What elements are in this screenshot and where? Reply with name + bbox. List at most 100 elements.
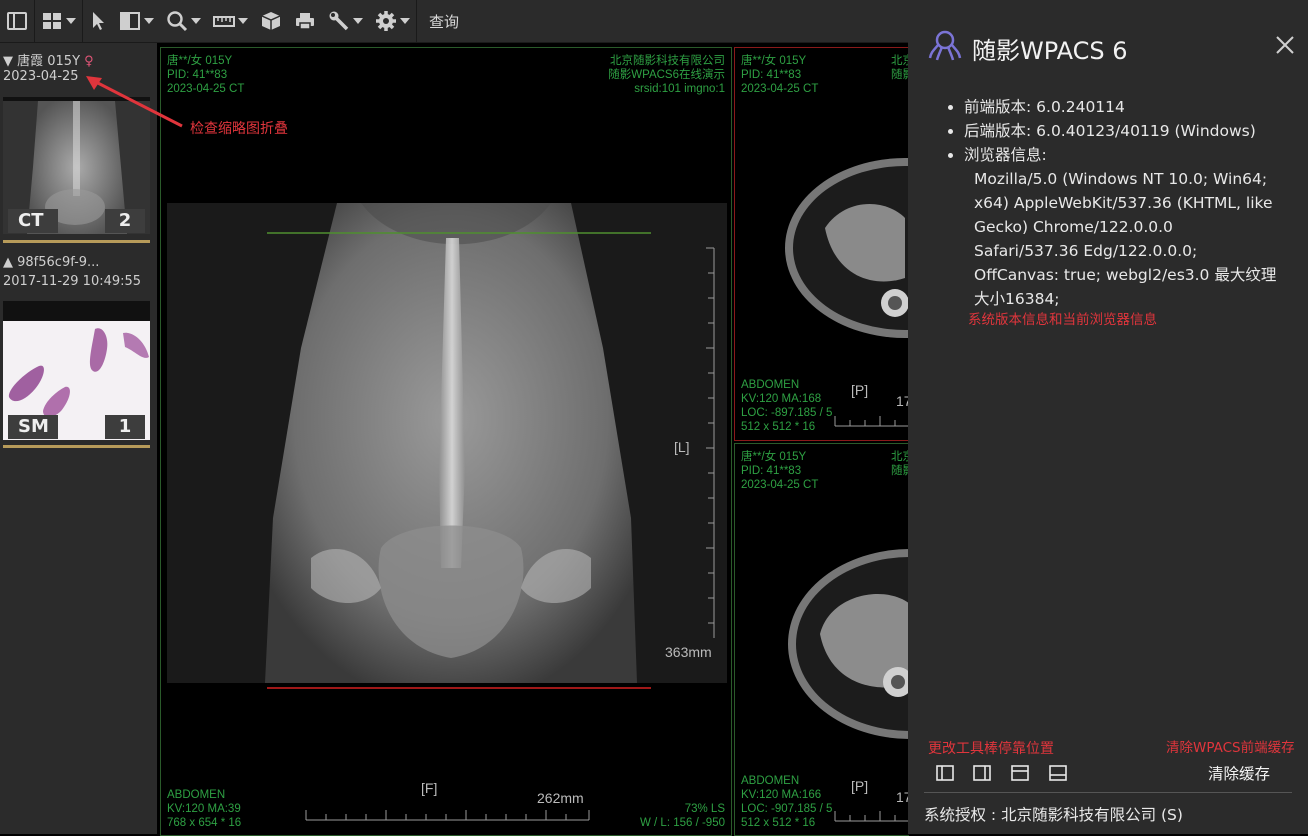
browser-info-label: 浏览器信息: xyxy=(964,143,1280,167)
divider xyxy=(924,792,1292,793)
annotation-arrow xyxy=(86,76,183,128)
thumbnail-selection-bar xyxy=(3,445,150,448)
measure-button[interactable] xyxy=(207,0,254,42)
patient-id: PID: 41**83 xyxy=(741,465,802,477)
overlay-top-left: 唐**/女 015Y PID: 41**83 2023-04-25 CT xyxy=(741,450,818,492)
zoom-icon xyxy=(167,11,188,32)
horizontal-scale-label: 262mm xyxy=(537,790,584,806)
patient-id: PID: 41**83 xyxy=(741,69,802,81)
query-button[interactable]: 查询 xyxy=(417,0,471,42)
version-info: 前端版本: 6.0.240114 后端版本: 6.0.40123/40119 (… xyxy=(940,95,1280,311)
frontend-version: 前端版本: 6.0.240114 xyxy=(964,95,1280,119)
layout-button[interactable] xyxy=(35,0,82,42)
sidebar-toggle-button[interactable] xyxy=(0,0,34,42)
series-image-no: srsid:101 imgno:1 xyxy=(634,83,725,95)
viewport-ct-bottom[interactable]: 唐**/女 015Y PID: 41**83 2023-04-25 CT 北京 … xyxy=(734,443,909,836)
annotation-dock-position: 更改工具棒停靠位置 xyxy=(928,741,1054,757)
dock-left-icon[interactable] xyxy=(934,762,956,784)
patient-name: 唐**/女 015Y xyxy=(741,55,807,67)
toolbar: 查询 xyxy=(0,0,908,43)
chevron-down-icon xyxy=(400,18,410,24)
viewport-ct-top[interactable]: 唐**/女 015Y PID: 41**83 2023-04-25 CT 北京 … xyxy=(734,47,909,441)
image-size: 512 x 512 * 16 xyxy=(741,421,816,433)
institution: 北京 xyxy=(891,451,909,463)
license-text: 系统授权 : 北京随影科技有限公司 (S) xyxy=(924,806,1183,824)
chevron-down-icon xyxy=(191,18,201,24)
image-count-badge: 2 xyxy=(105,209,145,233)
dock-top-icon[interactable] xyxy=(1009,762,1031,784)
user-agent-text: Mozilla/5.0 (Windows NT 10.0; Win64; x64… xyxy=(974,170,1277,308)
slice-location: LOC: -897.185 / 5 xyxy=(741,407,833,419)
octopus-logo-icon xyxy=(928,30,962,61)
kv-ma: KV:120 MA:168 xyxy=(741,393,822,405)
window-level: W / L: 156 / -950 xyxy=(639,817,725,829)
annotation-thumbnail-collapse: 检查缩略图折叠 xyxy=(190,121,288,137)
overlay-bottom-left: ABDOMEN KV:120 MA:166 LOC: -907.185 / 5 … xyxy=(741,774,832,830)
pointer-tool-button[interactable] xyxy=(83,0,113,42)
window-level-button[interactable] xyxy=(113,0,160,42)
system-name: 随影WPACS6在线演示 xyxy=(608,69,725,81)
modality-label: SM xyxy=(8,415,58,439)
wrench-icon xyxy=(329,11,349,31)
study-date: 2023-04-25 CT xyxy=(741,83,819,95)
institution: 北京 xyxy=(891,55,909,67)
overlay-top-right: 北京 随影 xyxy=(891,54,909,82)
study-header-label: ▼ 唐霞 015Y xyxy=(3,54,81,69)
overlay-bottom-left: ABDOMEN KV:120 MA:39 768 x 654 * 16 xyxy=(167,788,241,830)
study-date: 2023-04-25 CT xyxy=(741,479,819,491)
window-level-icon xyxy=(120,12,140,30)
zoom-level: 73% LS xyxy=(684,803,725,815)
print-icon xyxy=(296,13,314,30)
chevron-down-icon xyxy=(238,18,248,24)
sidebar-toggle-icon xyxy=(7,12,27,30)
study-thumbnail-panel: ▼ 唐霞 015Y ♀ 2023-04-25 CT 2 ▲ 98f56c9f-9… xyxy=(0,43,157,834)
tools-button[interactable] xyxy=(322,0,369,42)
zoom-button[interactable] xyxy=(160,0,207,42)
image-size: 512 x 512 * 16 xyxy=(741,817,816,829)
chevron-down-icon xyxy=(144,18,154,24)
image-size: 768 x 654 * 16 xyxy=(167,817,242,829)
system-name: 随影 xyxy=(891,465,909,477)
viewport-main[interactable]: 唐**/女 015Y PID: 41**83 2023-04-25 CT 北京随… xyxy=(160,47,732,836)
xray-image xyxy=(167,203,727,821)
dock-right-icon[interactable] xyxy=(971,762,993,784)
series-thumbnail-sm[interactable]: SM 1 xyxy=(3,301,150,440)
study-date: 2017-11-29 10:49:55 xyxy=(3,274,142,289)
close-icon[interactable] xyxy=(1274,34,1296,56)
system-name: 随影 xyxy=(891,69,909,81)
study-date: 2023-04-25 xyxy=(3,69,79,84)
slice-location: LOC: -907.185 / 5 xyxy=(741,803,833,815)
thumbnail-selection-bar xyxy=(3,240,150,243)
body-part: ABDOMEN xyxy=(741,379,800,391)
body-part: ABDOMEN xyxy=(167,789,226,801)
backend-version: 后端版本: 6.0.40123/40119 (Windows) xyxy=(964,119,1280,143)
clear-cache-button[interactable]: 清除缓存 xyxy=(1208,762,1270,784)
settings-button[interactable] xyxy=(369,0,416,42)
annotation-clear-cache: 清除WPACS前端缓存 xyxy=(1166,740,1295,756)
image-count-badge: 1 xyxy=(105,415,145,439)
annotation-version-info: 系统版本信息和当前浏览器信息 xyxy=(968,312,1157,328)
overlay-top-right: 北京 随影 xyxy=(891,450,909,478)
institution: 北京随影科技有限公司 xyxy=(610,55,725,67)
patient-name: 唐**/女 015Y xyxy=(167,55,233,67)
about-dialog: 随影WPACS 6 前端版本: 6.0.240114 后端版本: 6.0.401… xyxy=(908,0,1308,834)
cursor-icon xyxy=(93,12,104,30)
ruler-icon xyxy=(213,16,235,27)
dock-bottom-icon[interactable] xyxy=(1047,762,1069,784)
body-part: ABDOMEN xyxy=(741,775,800,787)
study-header-1[interactable]: ▼ 唐霞 015Y ♀ xyxy=(3,50,94,69)
orientation-label-bottom: [F] xyxy=(421,780,438,796)
layout-grid-icon xyxy=(43,13,61,29)
cube-icon xyxy=(261,12,281,30)
3d-button[interactable] xyxy=(254,0,288,42)
kv-ma: KV:120 MA:39 xyxy=(167,803,241,815)
kv-ma: KV:120 MA:166 xyxy=(741,789,822,801)
study-header-2[interactable]: ▲ 98f56c9f-9... xyxy=(3,255,99,270)
vertical-scale-label: 363mm xyxy=(665,644,712,660)
gear-icon xyxy=(376,11,396,31)
about-title: 随影WPACS 6 xyxy=(972,37,1128,65)
orientation-label-p: [P] xyxy=(851,382,869,398)
female-icon: ♀ xyxy=(84,54,94,69)
patient-name: 唐**/女 015Y xyxy=(741,451,807,463)
print-button[interactable] xyxy=(288,0,322,42)
